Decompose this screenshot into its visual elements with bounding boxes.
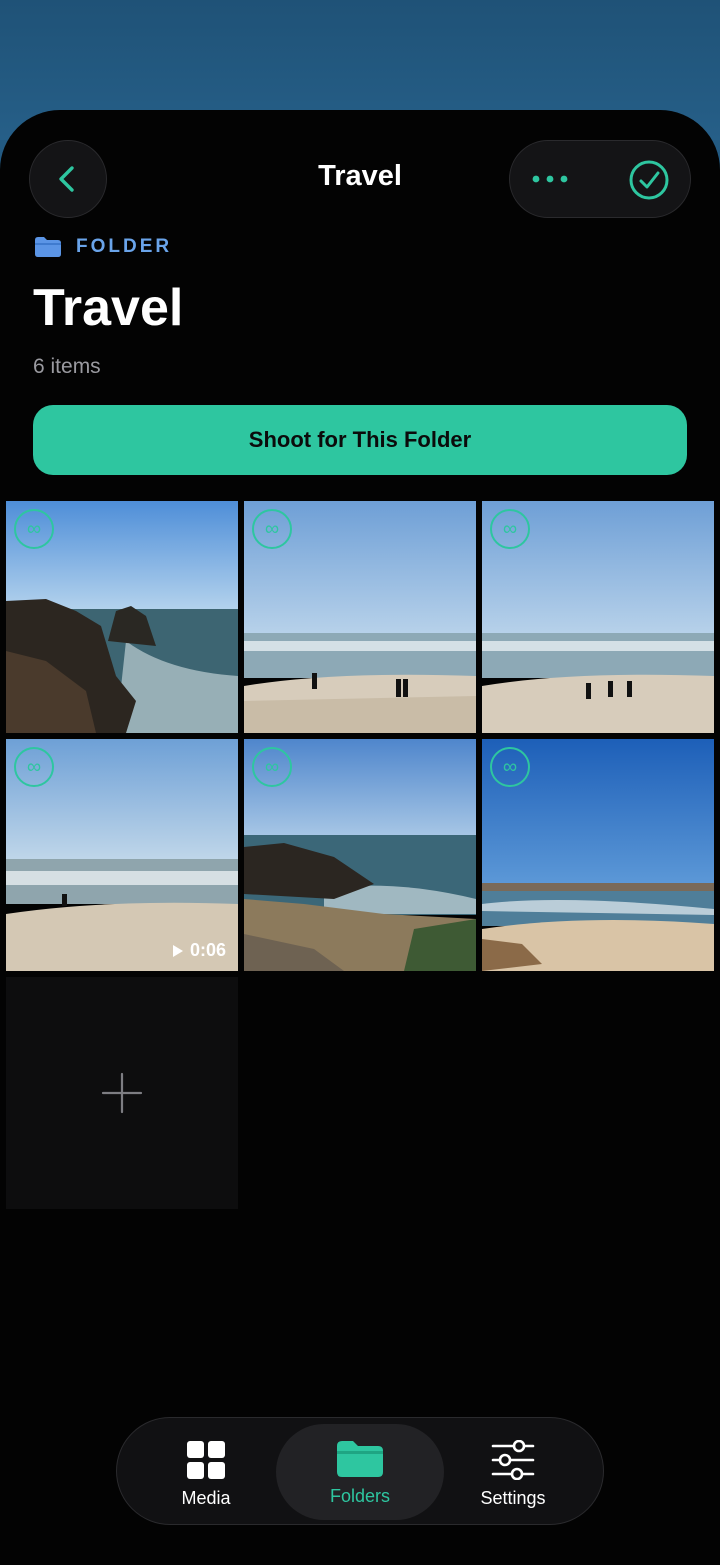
tab-bar: Media Folders Settings [116, 1417, 604, 1525]
media-thumbnail[interactable]: ∞ [244, 501, 476, 733]
tab-media[interactable]: Media [131, 1424, 281, 1520]
tab-folders[interactable]: Folders [276, 1424, 444, 1520]
video-duration-label: 0:06 [189, 940, 226, 960]
live-photo-icon: ∞ [490, 509, 530, 549]
folder-icon [35, 237, 61, 257]
media-thumbnail[interactable]: ∞ [6, 501, 238, 733]
item-count: 6 items [33, 355, 101, 378]
media-thumbnail[interactable]: ∞ [244, 739, 476, 971]
play-icon [172, 944, 183, 957]
media-thumbnail[interactable]: ∞ [482, 739, 714, 971]
grid-icon [187, 1441, 225, 1479]
tab-media-label: Media [181, 1488, 231, 1508]
tab-settings-label: Settings [480, 1488, 546, 1508]
live-photo-icon: ∞ [490, 747, 530, 787]
folder-kicker: FOLDER [34, 236, 172, 258]
plus-icon [101, 1072, 143, 1114]
live-photo-icon: ∞ [252, 747, 292, 787]
live-photo-icon: ∞ [252, 509, 292, 549]
video-duration: 0:06 [172, 940, 226, 961]
header-actions [509, 140, 691, 218]
shoot-for-folder-button[interactable]: Shoot for This Folder [33, 405, 687, 475]
folder-kicker-label: FOLDER [76, 236, 173, 257]
more-icon [532, 175, 568, 183]
checkmark-circle-icon [629, 160, 669, 200]
live-photo-icon: ∞ [14, 747, 54, 787]
add-media-button[interactable] [6, 977, 238, 1209]
tab-settings[interactable]: Settings [438, 1424, 588, 1520]
page-title: Travel [33, 279, 184, 337]
more-button[interactable] [530, 159, 570, 199]
folder-icon [337, 1441, 383, 1477]
live-photo-icon: ∞ [14, 509, 54, 549]
tab-folders-label: Folders [329, 1486, 391, 1506]
sliders-icon [491, 1440, 535, 1480]
select-button[interactable] [628, 159, 670, 206]
media-thumbnail[interactable]: ∞ [482, 501, 714, 733]
video-thumbnail[interactable]: ∞ 0:06 [6, 739, 238, 971]
